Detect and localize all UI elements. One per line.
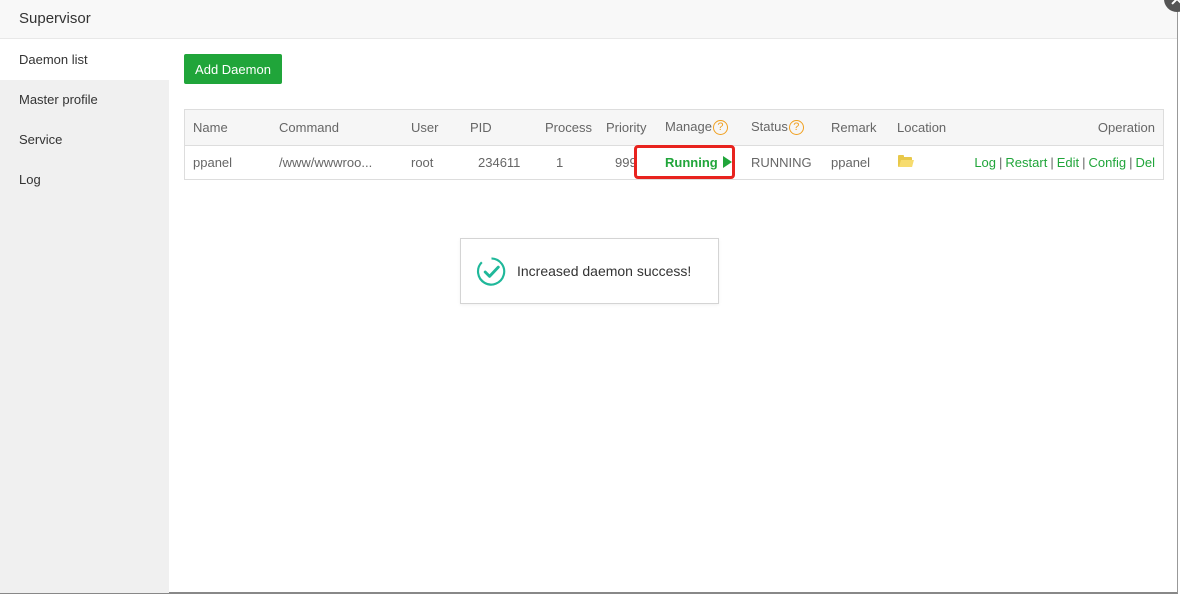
daemon-table: Name Command User PID Process Priority M… bbox=[184, 109, 1164, 180]
add-daemon-button[interactable]: Add Daemon bbox=[184, 54, 282, 84]
cell-user: root bbox=[411, 154, 434, 170]
header-manage: Manage? bbox=[657, 110, 743, 145]
check-circle-icon bbox=[477, 257, 506, 286]
separator: | bbox=[999, 154, 1003, 170]
header-process: Process bbox=[545, 119, 592, 135]
cell-process: 1 bbox=[556, 154, 564, 170]
header-priority: Priority bbox=[606, 119, 647, 135]
sidebar-item-service[interactable]: Service bbox=[0, 120, 169, 160]
cell-pid: 234611 bbox=[478, 154, 521, 170]
header-pid: PID bbox=[470, 119, 492, 135]
header-user: User bbox=[411, 119, 439, 135]
cell-command: /www/wwwroo... bbox=[279, 154, 373, 170]
header-manage-label: Manage bbox=[665, 119, 712, 135]
cell-remark: ppanel bbox=[831, 154, 871, 170]
sidebar: Daemon list Master profile Service Log bbox=[0, 40, 169, 593]
table-header-row: Name Command User PID Process Priority M… bbox=[185, 110, 1163, 145]
cell-status: RUNNING bbox=[751, 154, 812, 170]
help-icon[interactable]: ? bbox=[712, 120, 728, 136]
header-command: Command bbox=[279, 119, 339, 135]
header-name: Name bbox=[193, 119, 228, 135]
header-status: Status? bbox=[743, 110, 823, 145]
table-row: ppanel /www/wwwroo... root 234611 1 999 … bbox=[185, 145, 1163, 179]
folder-icon[interactable] bbox=[898, 154, 914, 167]
header-location: Location bbox=[897, 119, 947, 135]
separator: | bbox=[1129, 154, 1133, 170]
cell-operation: Log | Restart | Edit | Config | Del bbox=[959, 145, 1163, 179]
header-remark: Remark bbox=[831, 119, 877, 135]
title-bar: Supervisor bbox=[0, 0, 1177, 39]
edit-link[interactable]: Edit bbox=[1057, 155, 1079, 170]
supervisor-dialog: Supervisor Daemon list Master profile Se… bbox=[0, 0, 1180, 594]
sidebar-item-log[interactable]: Log bbox=[0, 160, 169, 200]
separator: | bbox=[1082, 154, 1086, 170]
cell-priority: 999 bbox=[615, 154, 637, 170]
success-toast: Increased daemon success! bbox=[460, 238, 719, 304]
help-icon[interactable]: ? bbox=[788, 120, 804, 136]
cell-location bbox=[889, 145, 959, 179]
dialog-title: Supervisor bbox=[19, 10, 91, 27]
sidebar-item-master-profile[interactable]: Master profile bbox=[0, 80, 169, 120]
cell-name: ppanel bbox=[193, 154, 233, 170]
play-icon[interactable] bbox=[722, 155, 732, 168]
del-link[interactable]: Del bbox=[1135, 155, 1155, 170]
running-toggle[interactable]: Running bbox=[665, 155, 718, 170]
config-link[interactable]: Config bbox=[1089, 155, 1127, 170]
toast-message: Increased daemon success! bbox=[517, 263, 692, 279]
log-link[interactable]: Log bbox=[974, 155, 996, 170]
restart-link[interactable]: Restart bbox=[1005, 155, 1047, 170]
sidebar-item-daemon-list[interactable]: Daemon list bbox=[0, 40, 169, 80]
separator: | bbox=[1050, 154, 1054, 170]
header-operation: Operation bbox=[1097, 119, 1155, 135]
header-status-label: Status bbox=[751, 119, 788, 135]
cell-manage: Running bbox=[657, 145, 743, 179]
main-content: Add Daemon Name Command User PID Process… bbox=[169, 40, 1177, 592]
